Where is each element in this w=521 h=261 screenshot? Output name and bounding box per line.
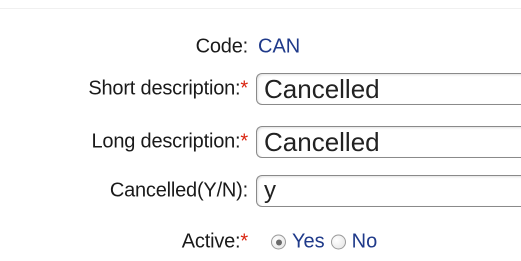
required-marker: * (240, 130, 248, 153)
active-yes-label[interactable]: Yes (292, 231, 325, 254)
long-description-row: Long description:* (0, 123, 521, 161)
active-label: Active:* (181, 230, 248, 253)
short-description-label: Short description:* (88, 77, 248, 100)
short-description-input[interactable] (256, 73, 521, 105)
code-value: CAN (258, 35, 301, 58)
cancelled-yn-input[interactable] (256, 175, 521, 207)
active-no-label[interactable]: No (352, 231, 378, 254)
active-row: Active:* Yes No (0, 223, 521, 261)
active-radio-group: Yes No (271, 231, 383, 254)
top-divider (0, 8, 521, 9)
active-no-radio[interactable] (330, 234, 346, 250)
required-marker: * (240, 230, 248, 253)
cancelled-yn-row: Cancelled(Y/N): (0, 172, 521, 210)
long-description-input[interactable] (256, 126, 521, 158)
cancelled-yn-label: Cancelled(Y/N): (109, 179, 248, 202)
required-marker: * (240, 77, 248, 100)
code-label: Code: (195, 35, 249, 58)
long-description-label: Long description:* (91, 130, 248, 153)
code-row: Code: CAN (0, 28, 521, 66)
record-edit-form: Code: CAN Short description:* Long descr… (0, 0, 521, 261)
short-description-row: Short description:* (0, 70, 521, 108)
active-yes-radio[interactable] (271, 234, 286, 250)
